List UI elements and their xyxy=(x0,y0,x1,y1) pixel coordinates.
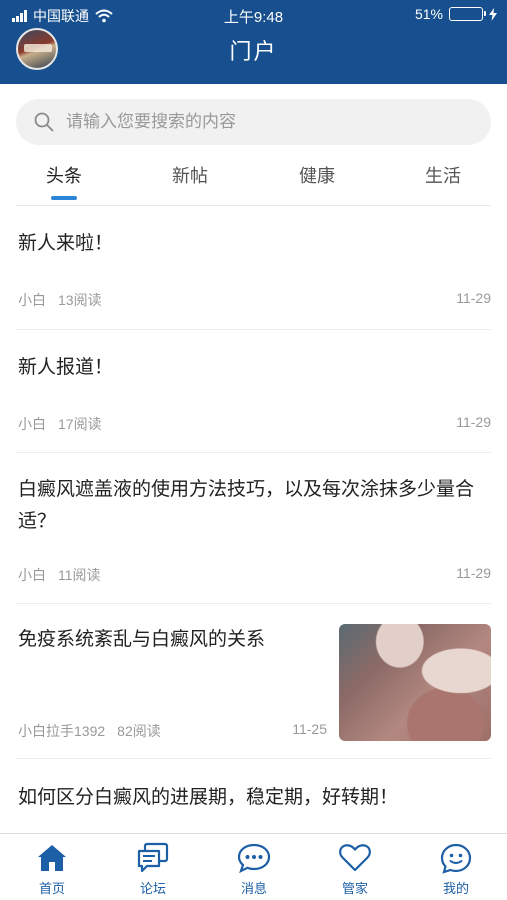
article-item[interactable]: 新人报道！ 小白 17阅读 11-29 xyxy=(18,352,491,442)
article-thumbnail[interactable] xyxy=(339,624,491,741)
article-title: 免疫系统紊乱与白癜风的关系 xyxy=(18,629,266,650)
tabbar-home[interactable]: 首页 xyxy=(17,842,87,897)
article-reads: 13阅读 xyxy=(58,292,102,308)
charging-icon xyxy=(489,7,497,21)
tabbar-forum[interactable]: 论坛 xyxy=(118,842,188,897)
search-input[interactable] xyxy=(66,112,446,132)
article-title: 白癜风遮盖液的使用方法技巧，以及每次涂抹多少量合适？ xyxy=(18,479,475,532)
article-date: 11-29 xyxy=(456,565,491,581)
tab-label: 生活 xyxy=(425,166,461,186)
article-item[interactable]: 免疫系统紊乱与白癜风的关系 小白拉手1392 82阅读 11-25 xyxy=(18,624,491,742)
search-box[interactable] xyxy=(16,99,491,145)
article-reads: 17阅读 xyxy=(58,416,102,432)
header-bar: 中国联通 上午9:48 51% 门户 xyxy=(0,0,507,84)
article-meta: 小白 11阅读 xyxy=(18,565,101,585)
article-author: 小白 xyxy=(18,292,46,308)
heart-icon xyxy=(339,844,371,872)
tabbar-label: 消息 xyxy=(240,881,267,896)
battery-icon xyxy=(449,7,486,21)
article-author: 小白拉手1392 xyxy=(18,723,106,739)
status-bar: 中国联通 上午9:48 51% xyxy=(0,6,507,26)
tabbar-label: 我的 xyxy=(442,881,469,896)
tabbar-profile[interactable]: 我的 xyxy=(421,842,491,897)
search-icon xyxy=(34,112,54,132)
list-divider xyxy=(16,603,491,604)
tab-label: 头条 xyxy=(46,166,82,186)
tabs-divider xyxy=(16,205,491,206)
active-tab-indicator xyxy=(51,196,77,200)
tabbar-label: 论坛 xyxy=(139,881,166,896)
tabbar-steward[interactable]: 管家 xyxy=(320,842,390,897)
tab-new-posts[interactable]: 新帖 xyxy=(150,162,230,188)
tabbar-messages[interactable]: 消息 xyxy=(219,842,289,897)
article-item[interactable]: 新人来啦！ 小白 13阅读 11-29 xyxy=(18,228,491,318)
list-divider xyxy=(16,758,491,759)
tabbar-label: 管家 xyxy=(341,881,368,896)
profile-icon xyxy=(440,843,472,874)
article-meta: 小白拉手1392 82阅读 xyxy=(18,721,161,741)
article-title: 如何区分白癜风的进展期，稳定期，好转期！ xyxy=(18,787,399,808)
article-reads: 11阅读 xyxy=(58,567,101,583)
tab-life[interactable]: 生活 xyxy=(403,162,483,188)
list-divider xyxy=(16,452,491,453)
article-reads: 82阅读 xyxy=(117,723,161,739)
tab-label: 新帖 xyxy=(172,166,208,186)
article-title: 新人来啦！ xyxy=(18,233,114,254)
article-item[interactable]: 如何区分白癜风的进展期，稳定期，好转期！ xyxy=(18,782,491,822)
home-icon xyxy=(38,845,66,871)
tab-headlines[interactable]: 头条 xyxy=(24,162,104,200)
article-meta: 小白 13阅读 xyxy=(18,290,102,310)
list-divider xyxy=(16,329,491,330)
article-author: 小白 xyxy=(18,567,46,583)
article-date: 11-25 xyxy=(292,721,327,737)
article-item[interactable]: 白癜风遮盖液的使用方法技巧，以及每次涂抹多少量合适？ 小白 11阅读 11-29 xyxy=(18,474,491,589)
bottom-tab-bar: 首页 论坛 消息 管家 我的 xyxy=(0,833,507,900)
article-date: 11-29 xyxy=(456,414,491,430)
article-meta: 小白 17阅读 xyxy=(18,414,102,434)
article-author: 小白 xyxy=(18,416,46,432)
forum-icon xyxy=(137,842,169,873)
battery-percent: 51% xyxy=(414,6,443,22)
article-date: 11-29 xyxy=(456,290,491,306)
category-tabs: 头条 新帖 健康 生活 xyxy=(0,150,507,206)
message-icon xyxy=(237,843,271,874)
tab-label: 健康 xyxy=(299,166,335,186)
tabbar-label: 首页 xyxy=(38,881,65,896)
page-title: 门户 xyxy=(229,39,278,64)
tab-health[interactable]: 健康 xyxy=(277,162,357,188)
article-title: 新人报道！ xyxy=(18,357,114,378)
